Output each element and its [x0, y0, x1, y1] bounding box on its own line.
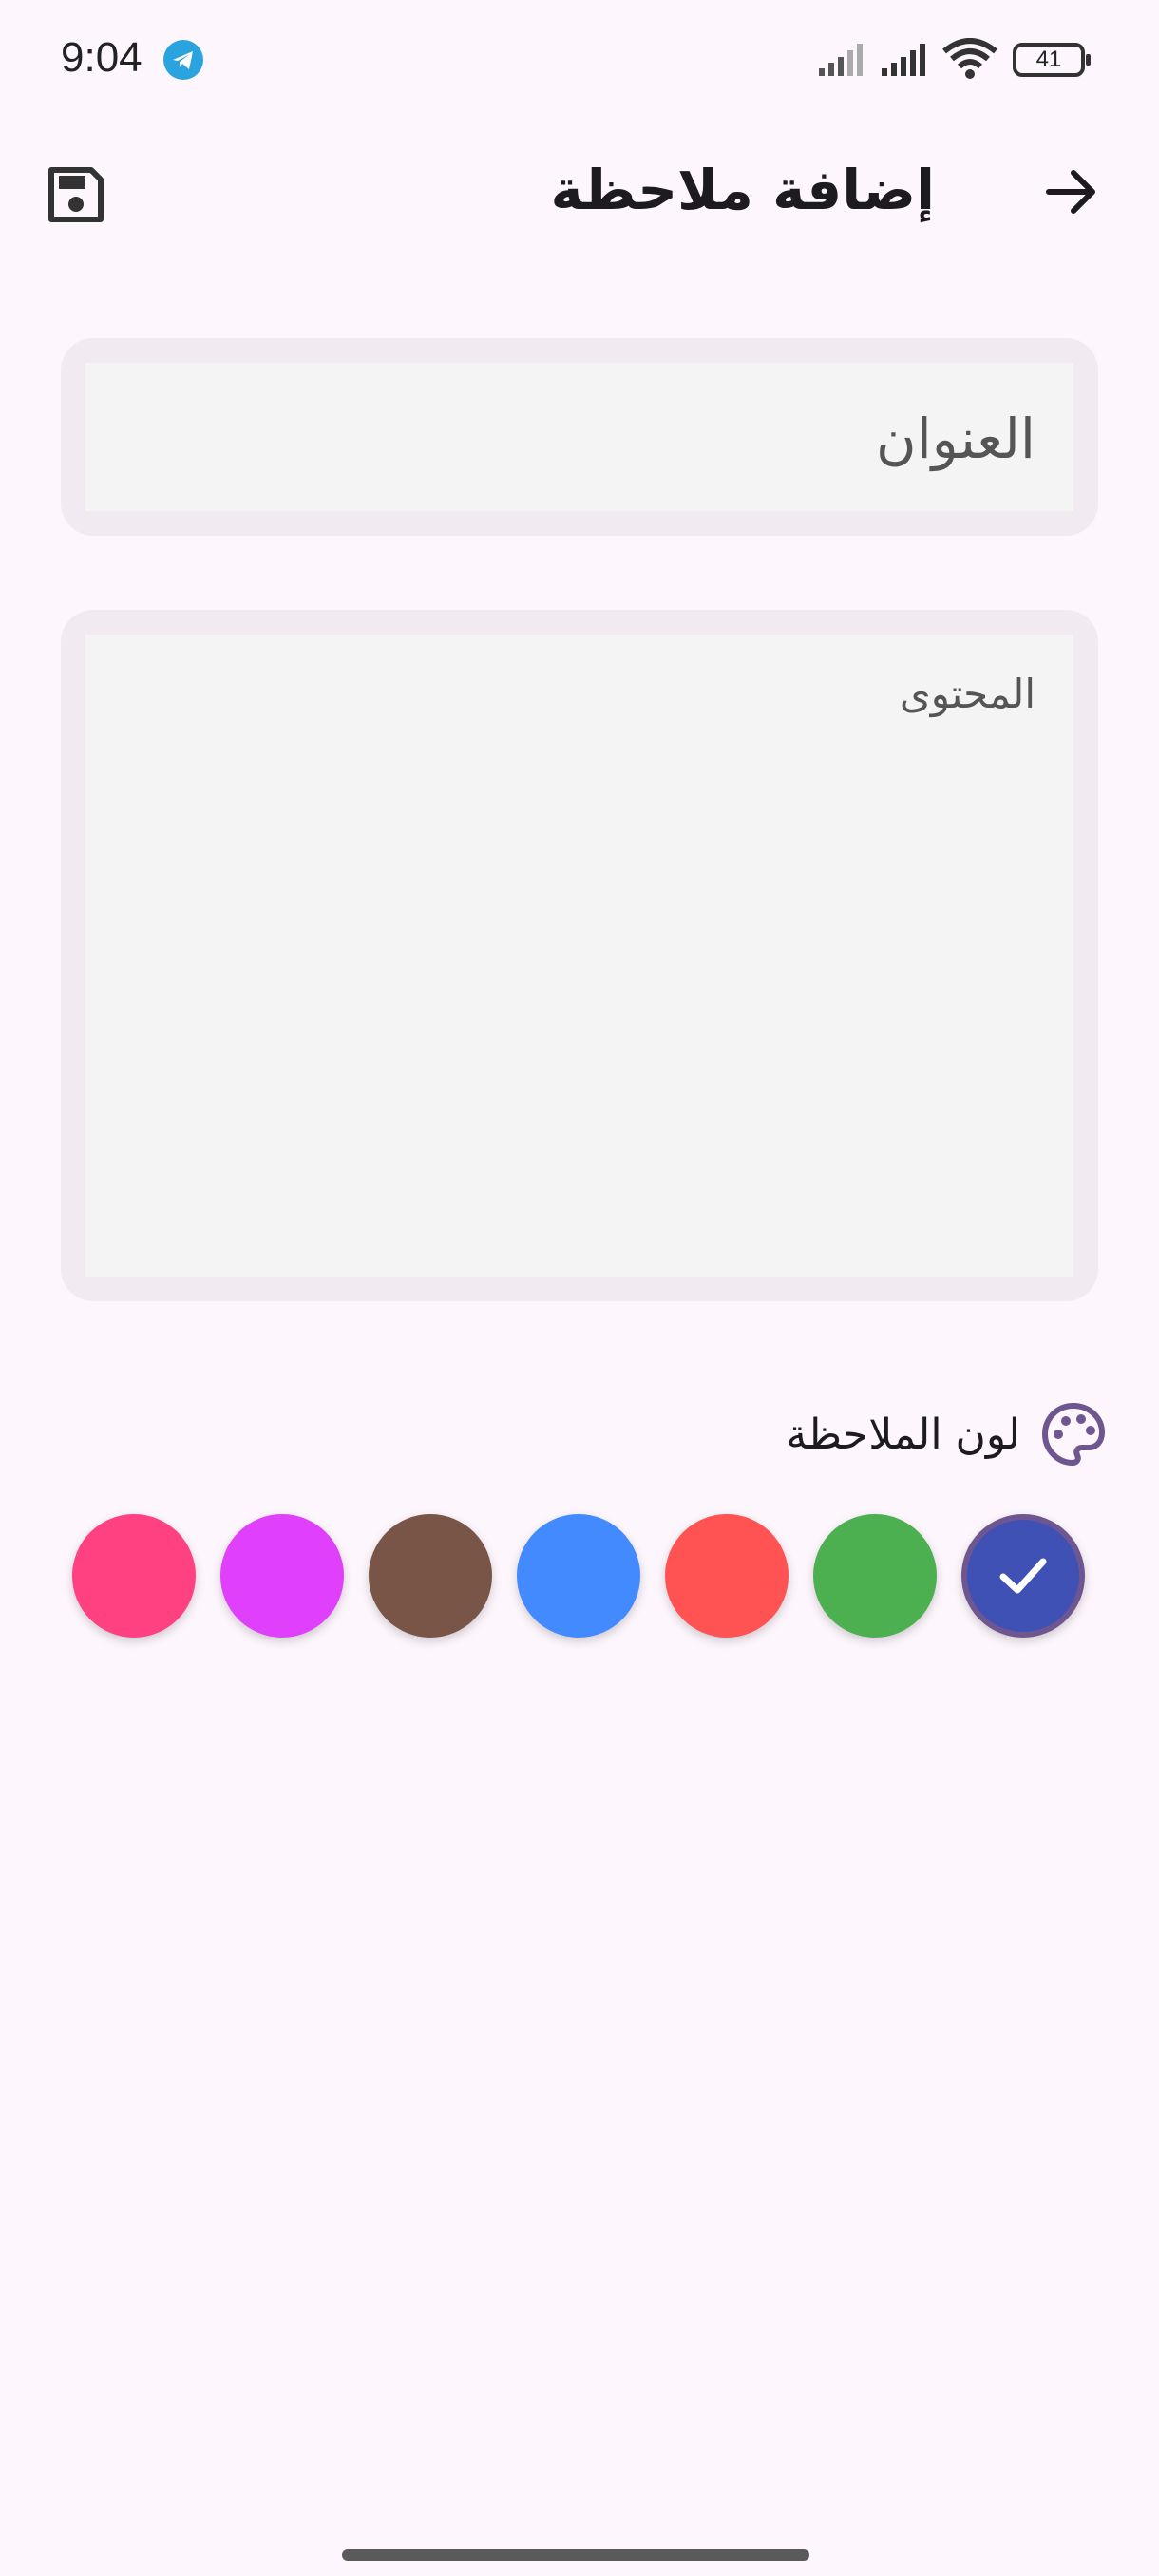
home-indicator[interactable] — [342, 2549, 809, 2561]
content-input[interactable]: المحتوى — [86, 635, 1074, 1277]
content-placeholder: المحتوى — [899, 671, 1036, 717]
status-time: 9:04 — [61, 34, 142, 81]
title-field-container: العنوان — [61, 338, 1098, 536]
title-placeholder: العنوان — [876, 407, 1036, 471]
title-input[interactable]: العنوان — [86, 363, 1074, 511]
signal-icon — [882, 44, 925, 76]
telegram-icon — [163, 40, 203, 80]
battery-level: 41 — [1036, 47, 1062, 72]
save-button[interactable] — [38, 157, 114, 233]
arrow-forward-icon — [1046, 170, 1095, 214]
back-button[interactable] — [1032, 152, 1112, 232]
save-icon — [48, 167, 104, 222]
wifi-icon — [942, 38, 998, 79]
note-color-header: لون الملاحظة — [786, 1403, 1106, 1466]
color-swatch[interactable] — [665, 1514, 788, 1638]
color-swatch[interactable] — [813, 1514, 937, 1638]
color-swatch-selected[interactable] — [961, 1514, 1085, 1638]
color-swatch[interactable] — [369, 1514, 492, 1638]
content-field-container: المحتوى — [61, 610, 1098, 1301]
note-color-label: لون الملاحظة — [786, 1410, 1020, 1459]
signal-icon — [819, 44, 863, 76]
check-icon — [999, 1558, 1047, 1594]
color-swatch[interactable] — [517, 1514, 640, 1638]
page-title: إضافة ملاحظة — [550, 158, 935, 222]
palette-icon — [1042, 1403, 1105, 1466]
status-bar: 9:04 41 — [0, 0, 1159, 123]
color-swatch[interactable] — [72, 1514, 196, 1638]
color-swatch[interactable] — [220, 1514, 344, 1638]
add-note-screen: 9:04 41 إضافة ملاحظة العنوان المحتوى لون… — [0, 0, 1159, 2576]
